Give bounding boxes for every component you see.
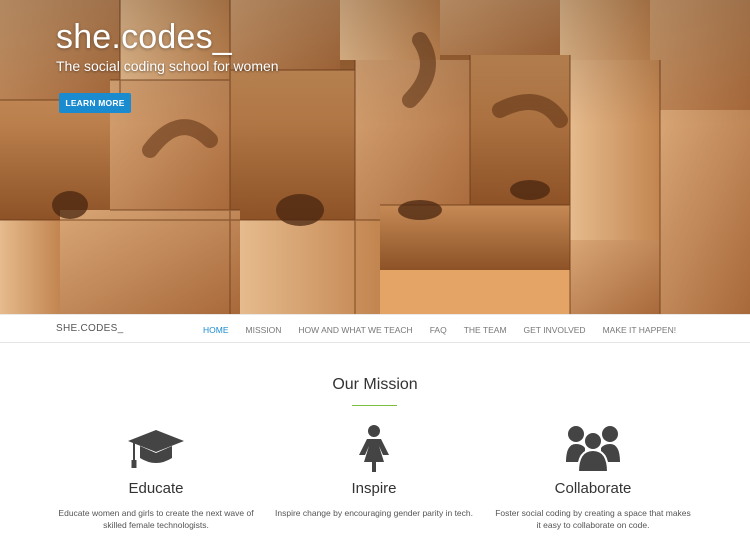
- main-navbar: SHE.CODES_ HOME MISSION HOW AND WHAT WE …: [0, 314, 750, 343]
- feature-title: Inspire: [351, 480, 397, 497]
- nav-item-make-it-happen[interactable]: MAKE IT HAPPEN!: [603, 325, 677, 335]
- feature-description: Inspire change by encouraging gender par…: [275, 508, 473, 518]
- mission-divider: [352, 405, 397, 406]
- nav-item-mission[interactable]: MISSION: [246, 325, 282, 335]
- hero-subtitle: The social coding school for women: [56, 58, 279, 74]
- mission-heading: Our Mission: [332, 376, 418, 393]
- nav-item-get-involved[interactable]: GET INVOLVED: [524, 325, 586, 335]
- hero-banner: she.codes_ The social coding school for …: [0, 0, 750, 314]
- feature-title: Collaborate: [554, 480, 632, 497]
- nav-item-the-team[interactable]: THE TEAM: [464, 325, 507, 335]
- hero-title: she.codes_: [56, 18, 232, 56]
- feature-description: Educate women and girls to create the ne…: [58, 508, 254, 530]
- feature-description: Foster social coding by creating a space…: [495, 508, 691, 530]
- nav-item-home[interactable]: HOME: [203, 325, 229, 335]
- feature-inspire: Inspire Inspire change by encouraging ge…: [259, 420, 489, 519]
- woman-icon: [259, 420, 489, 476]
- learn-more-button[interactable]: LEARN MORE: [59, 93, 131, 113]
- feature-educate: Educate Educate women and girls to creat…: [41, 420, 271, 531]
- nav-menu: HOME MISSION HOW AND WHAT WE TEACH FAQ T…: [203, 325, 693, 335]
- feature-collaborate: Collaborate Foster social coding by crea…: [478, 420, 708, 531]
- navbar-brand[interactable]: SHE.CODES_: [56, 323, 123, 334]
- nav-item-how-and-what-we-teach[interactable]: HOW AND WHAT WE TEACH: [298, 325, 412, 335]
- feature-title: Educate: [128, 480, 184, 497]
- graduation-cap-icon: [41, 420, 271, 476]
- nav-item-faq[interactable]: FAQ: [430, 325, 447, 335]
- group-icon: [478, 420, 708, 476]
